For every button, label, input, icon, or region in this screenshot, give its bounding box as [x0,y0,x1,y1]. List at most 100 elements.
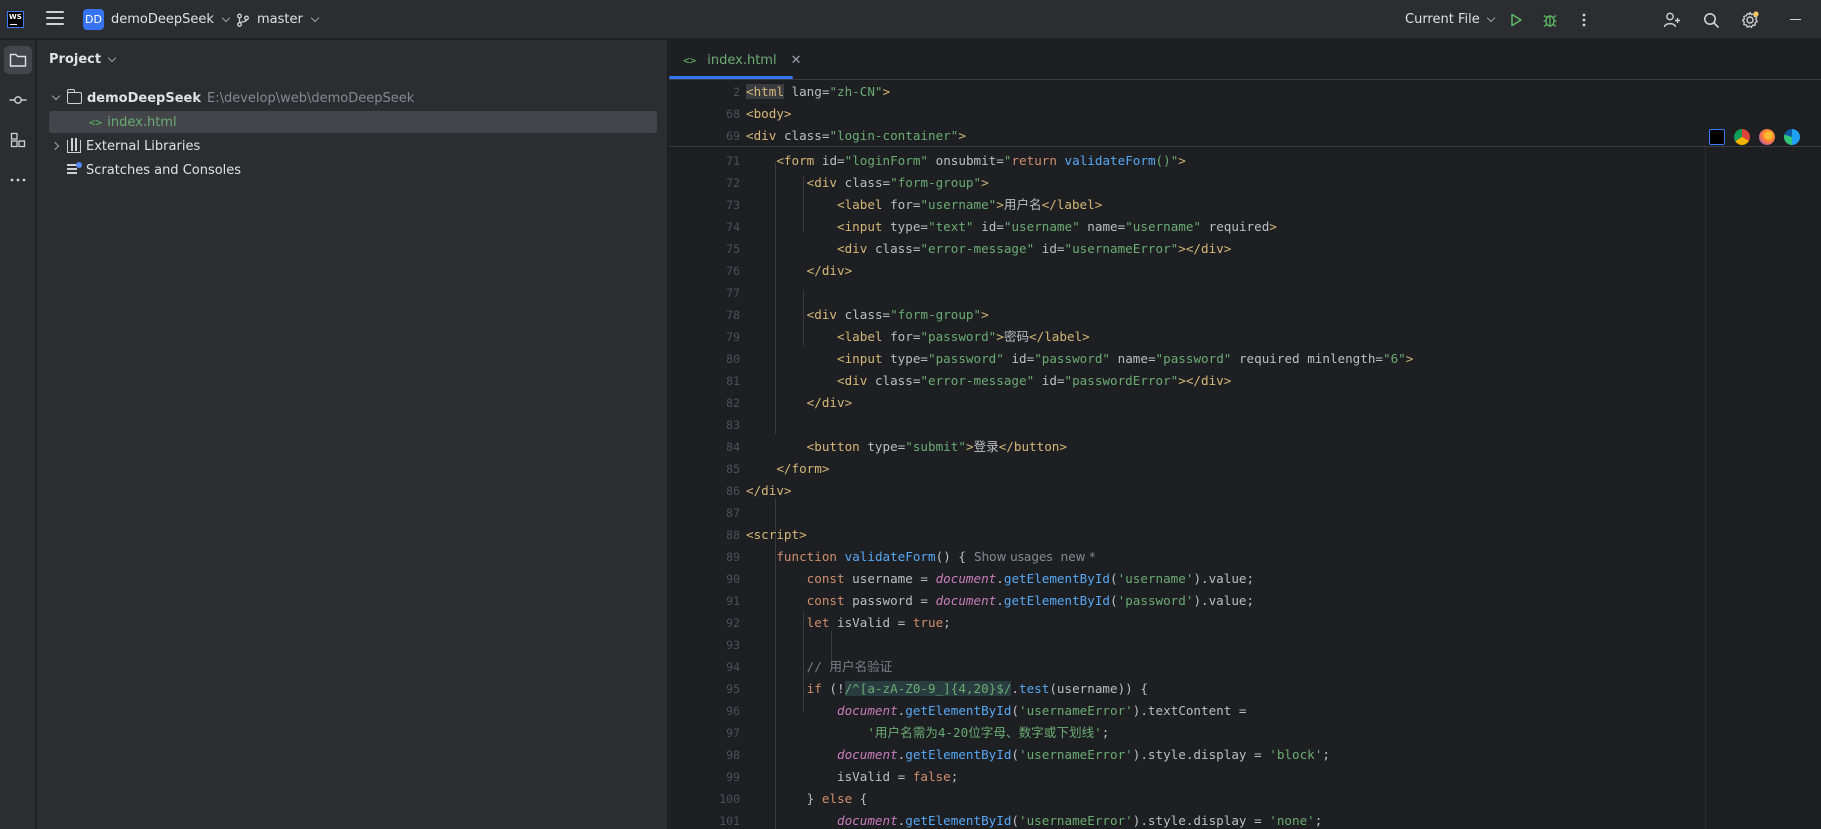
code-line[interactable]: 88 <script> [669,524,1821,546]
root-folder-path: E:\develop\web\demoDeepSeek [206,90,415,106]
commit-tool-button[interactable] [4,86,32,114]
project-tool-window: Project demoDeepSeek E:\develop\web\demo… [37,40,668,829]
tree-external-libraries[interactable]: External Libraries [49,135,657,157]
code-line[interactable]: 85 </form> [669,458,1821,480]
chevron-down-icon [1486,13,1495,22]
browser-preview-icons [1709,129,1800,145]
line-number: 81 [726,374,740,388]
code-line[interactable]: 78 <div class="form-group"> [669,304,1821,326]
structure-icon [10,132,26,148]
project-view-selector[interactable]: Project [49,52,117,67]
code-with-me-button[interactable] [1661,9,1683,31]
inlay-hint-usages[interactable]: Show usages [974,550,1053,564]
code-line[interactable]: 84 <button type="submit">登录</button> [669,436,1821,458]
chevron-down-icon [310,13,320,22]
code-line[interactable]: 89 function validateForm() {Show usages n… [669,546,1821,568]
code-line[interactable]: 100 } else { [669,788,1821,810]
code-line[interactable]: 77 [669,282,1821,304]
scratches-label: Scratches and Consoles [86,162,242,178]
code-line[interactable]: 83 [669,414,1821,436]
code-line[interactable]: 96 document.getElementById('usernameErro… [669,700,1821,722]
tab-index-html[interactable]: <> index.html ✕ [683,40,805,80]
line-number: 99 [726,770,740,784]
editor-tab-bar: <> index.html ✕ [669,40,1821,80]
folder-icon [66,89,82,104]
line-number: 90 [726,572,740,586]
chrome-icon[interactable] [1734,129,1750,145]
sticky-line[interactable]: 2 <html lang="zh-CN"> [669,81,1821,103]
tree-root-folder[interactable]: demoDeepSeek E:\develop\web\demoDeepSeek [49,87,657,109]
more-tool-windows-button[interactable] [4,166,32,194]
line-number: 75 [726,242,740,256]
tab-label: index.html [707,52,777,68]
code-line[interactable]: 99 isValid = false; [669,766,1821,788]
code-line[interactable]: 94 // 用户名验证 [669,656,1821,678]
tree-file-index-html[interactable]: <> index.html [49,111,657,133]
code-line[interactable]: 81 <div class="error-message" id="passwo… [669,370,1821,392]
run-button[interactable] [1505,9,1527,31]
add-user-icon [1663,12,1680,28]
settings-button[interactable] [1739,9,1761,31]
project-tool-button[interactable] [4,46,32,74]
code-line[interactable]: 90 const username = document.getElementB… [669,568,1821,590]
webstorm-logo-icon[interactable]: WS [7,11,24,28]
line-number: 88 [726,528,740,542]
line-number: 94 [726,660,740,674]
search-everywhere-button[interactable] [1700,9,1722,31]
code-line[interactable]: 76 </div> [669,260,1821,282]
vcs-branch-switcher[interactable]: master [236,9,320,30]
code-line[interactable]: 95 if (!/^[a-zA-Z0-9_]{4,20}$/.test(user… [669,678,1821,700]
code-line[interactable]: 92 let isValid = true; [669,612,1821,634]
html-file-icon: <> [683,53,697,67]
code-line[interactable]: 82 </div> [669,392,1821,414]
folder-icon [9,53,27,67]
code-line[interactable]: 97 '用户名需为4-20位字母、数字或下划线'; [669,722,1821,744]
line-number: 91 [726,594,740,608]
line-number: 72 [726,176,740,190]
expand-arrow-icon[interactable] [49,139,63,153]
minimize-window-button[interactable] [1790,19,1801,20]
code-line[interactable]: 93 [669,634,1821,656]
code-line[interactable]: 71 <form id="loginForm" onsubmit="return… [669,150,1821,172]
sticky-lines-panel[interactable]: 2 <html lang="zh-CN"> 68 <body> 69 <div cla… [669,80,1821,147]
line-number: 82 [726,396,740,410]
tree-scratches[interactable]: Scratches and Consoles [49,159,657,181]
webstorm-preview-icon[interactable] [1709,129,1725,145]
structure-tool-button[interactable] [4,126,32,154]
code-line[interactable]: 74 <input type="text" id="username" name… [669,216,1821,238]
code-line[interactable]: 86 </div> [669,480,1821,502]
code-line[interactable]: 101 document.getElementById('usernameErr… [669,810,1821,829]
line-number: 69 [726,129,740,143]
code-line[interactable]: 79 <label for="password">密码</label> [669,326,1821,348]
project-switcher[interactable]: DD demoDeepSeek [83,9,231,30]
library-icon [67,137,81,153]
code-line[interactable]: 91 const password = document.getElementB… [669,590,1821,612]
debug-button[interactable] [1539,9,1561,31]
sticky-line[interactable]: 69 <div class="login-container"> [669,125,1821,147]
sticky-line[interactable]: 68 <body> [669,103,1821,125]
code-line[interactable]: 87 [669,502,1821,524]
code-line[interactable]: 75 <div class="error-message" id="userna… [669,238,1821,260]
title-bar: WS DD demoDeepSeek master Current File [0,0,1821,39]
code-editor[interactable]: 2 <html lang="zh-CN"> 68 <body> 69 <div cla… [669,80,1821,829]
code-line[interactable]: 98 document.getElementById('usernameErro… [669,744,1821,766]
line-number: 84 [726,440,740,454]
commit-icon [9,96,27,104]
run-configuration-selector[interactable]: Current File [1405,9,1495,30]
line-number: 92 [726,616,740,630]
more-actions-button[interactable] [1573,9,1595,31]
close-icon[interactable]: ✕ [791,53,802,68]
code-line[interactable]: 73 <label for="username">用户名</label> [669,194,1821,216]
line-number: 71 [726,154,740,168]
branch-name: master [257,12,303,27]
inlay-hint-author[interactable]: new * [1061,550,1096,564]
file-name: index.html [107,114,177,130]
external-libraries-label: External Libraries [86,138,201,154]
line-number: 87 [726,506,740,520]
expand-arrow-icon[interactable] [49,91,63,105]
code-line[interactable]: 72 <div class="form-group"> [669,172,1821,194]
main-menu-button[interactable] [46,11,64,27]
edge-icon[interactable] [1784,129,1800,145]
code-line[interactable]: 80 <input type="password" id="password" … [669,348,1821,370]
firefox-icon[interactable] [1759,129,1775,145]
